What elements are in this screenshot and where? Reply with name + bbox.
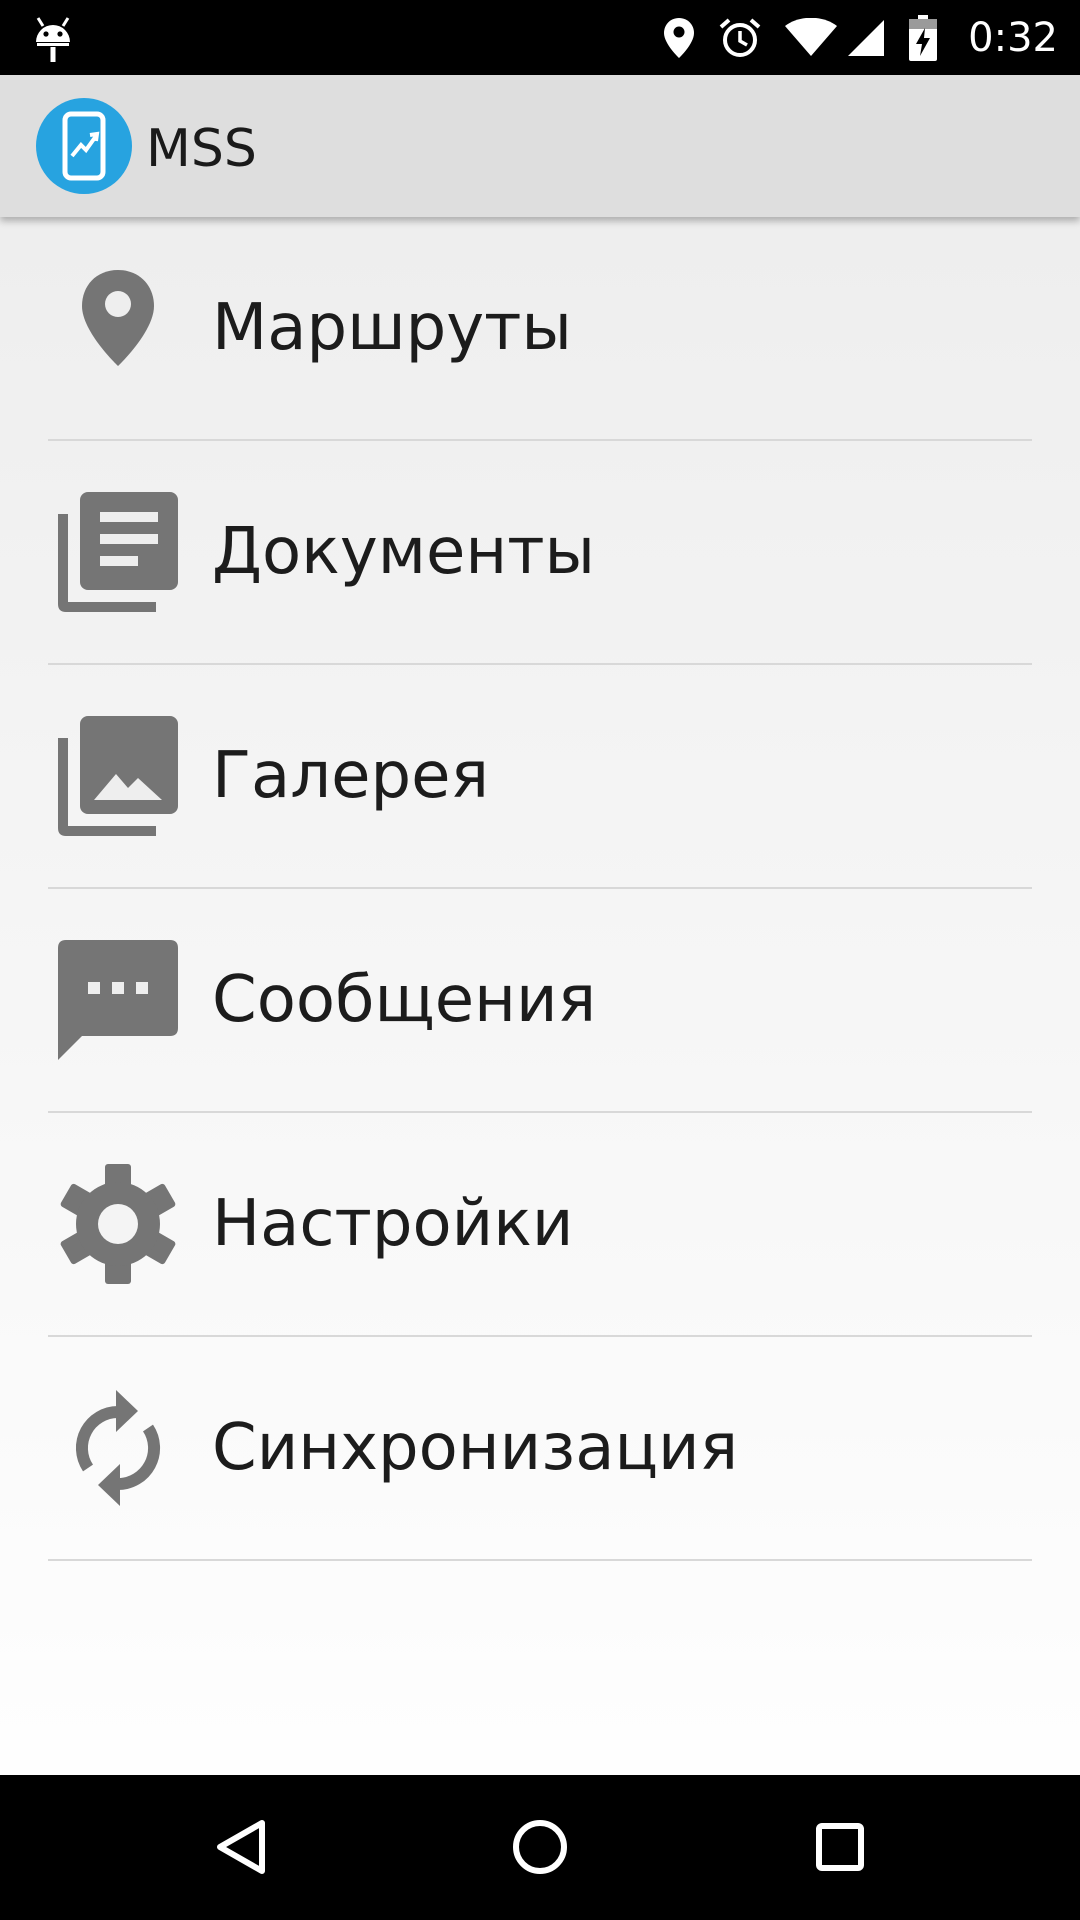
menu-item-messages[interactable]: Сообщения [48, 889, 1032, 1113]
menu-item-label: Сообщения [212, 963, 597, 1037]
menu-item-label: Маршруты [212, 291, 572, 365]
map-pin-icon [58, 268, 178, 388]
app-bar: MSS [0, 75, 1080, 217]
menu-item-documents[interactable]: Документы [48, 441, 1032, 665]
menu-item-label: Документы [212, 515, 595, 589]
back-icon[interactable] [190, 1797, 290, 1897]
menu-item-label: Настройки [212, 1187, 574, 1261]
sync-icon [58, 1388, 178, 1508]
navigation-bar [0, 1775, 1080, 1920]
app-title: MSS [146, 119, 257, 179]
status-time: 0:32 [968, 14, 1058, 61]
alarm-icon [719, 17, 761, 57]
menu-item-label: Галерея [212, 739, 490, 813]
recents-icon[interactable] [790, 1797, 890, 1897]
status-bar: 0:32 [0, 0, 1080, 75]
location-icon [664, 17, 695, 58]
menu-item-gallery[interactable]: Галерея [48, 665, 1032, 889]
battery-charging-icon [909, 14, 938, 61]
gallery-icon [58, 716, 178, 836]
settings-gear-icon [58, 1164, 178, 1284]
main-content: Маршруты Документы Галерея Сообщения Нас… [0, 217, 1080, 1775]
menu-item-routes[interactable]: Маршруты [48, 217, 1032, 441]
message-icon [58, 940, 178, 1060]
home-icon[interactable] [490, 1797, 590, 1897]
menu-item-sync[interactable]: Синхронизация [48, 1337, 1032, 1561]
menu-item-settings[interactable]: Настройки [48, 1113, 1032, 1337]
android-debug-icon [36, 17, 70, 62]
documents-icon [58, 492, 178, 612]
app-logo-icon [36, 98, 132, 194]
wifi-icon [785, 17, 838, 56]
menu-item-label: Синхронизация [212, 1411, 739, 1485]
signal-icon [848, 19, 885, 56]
